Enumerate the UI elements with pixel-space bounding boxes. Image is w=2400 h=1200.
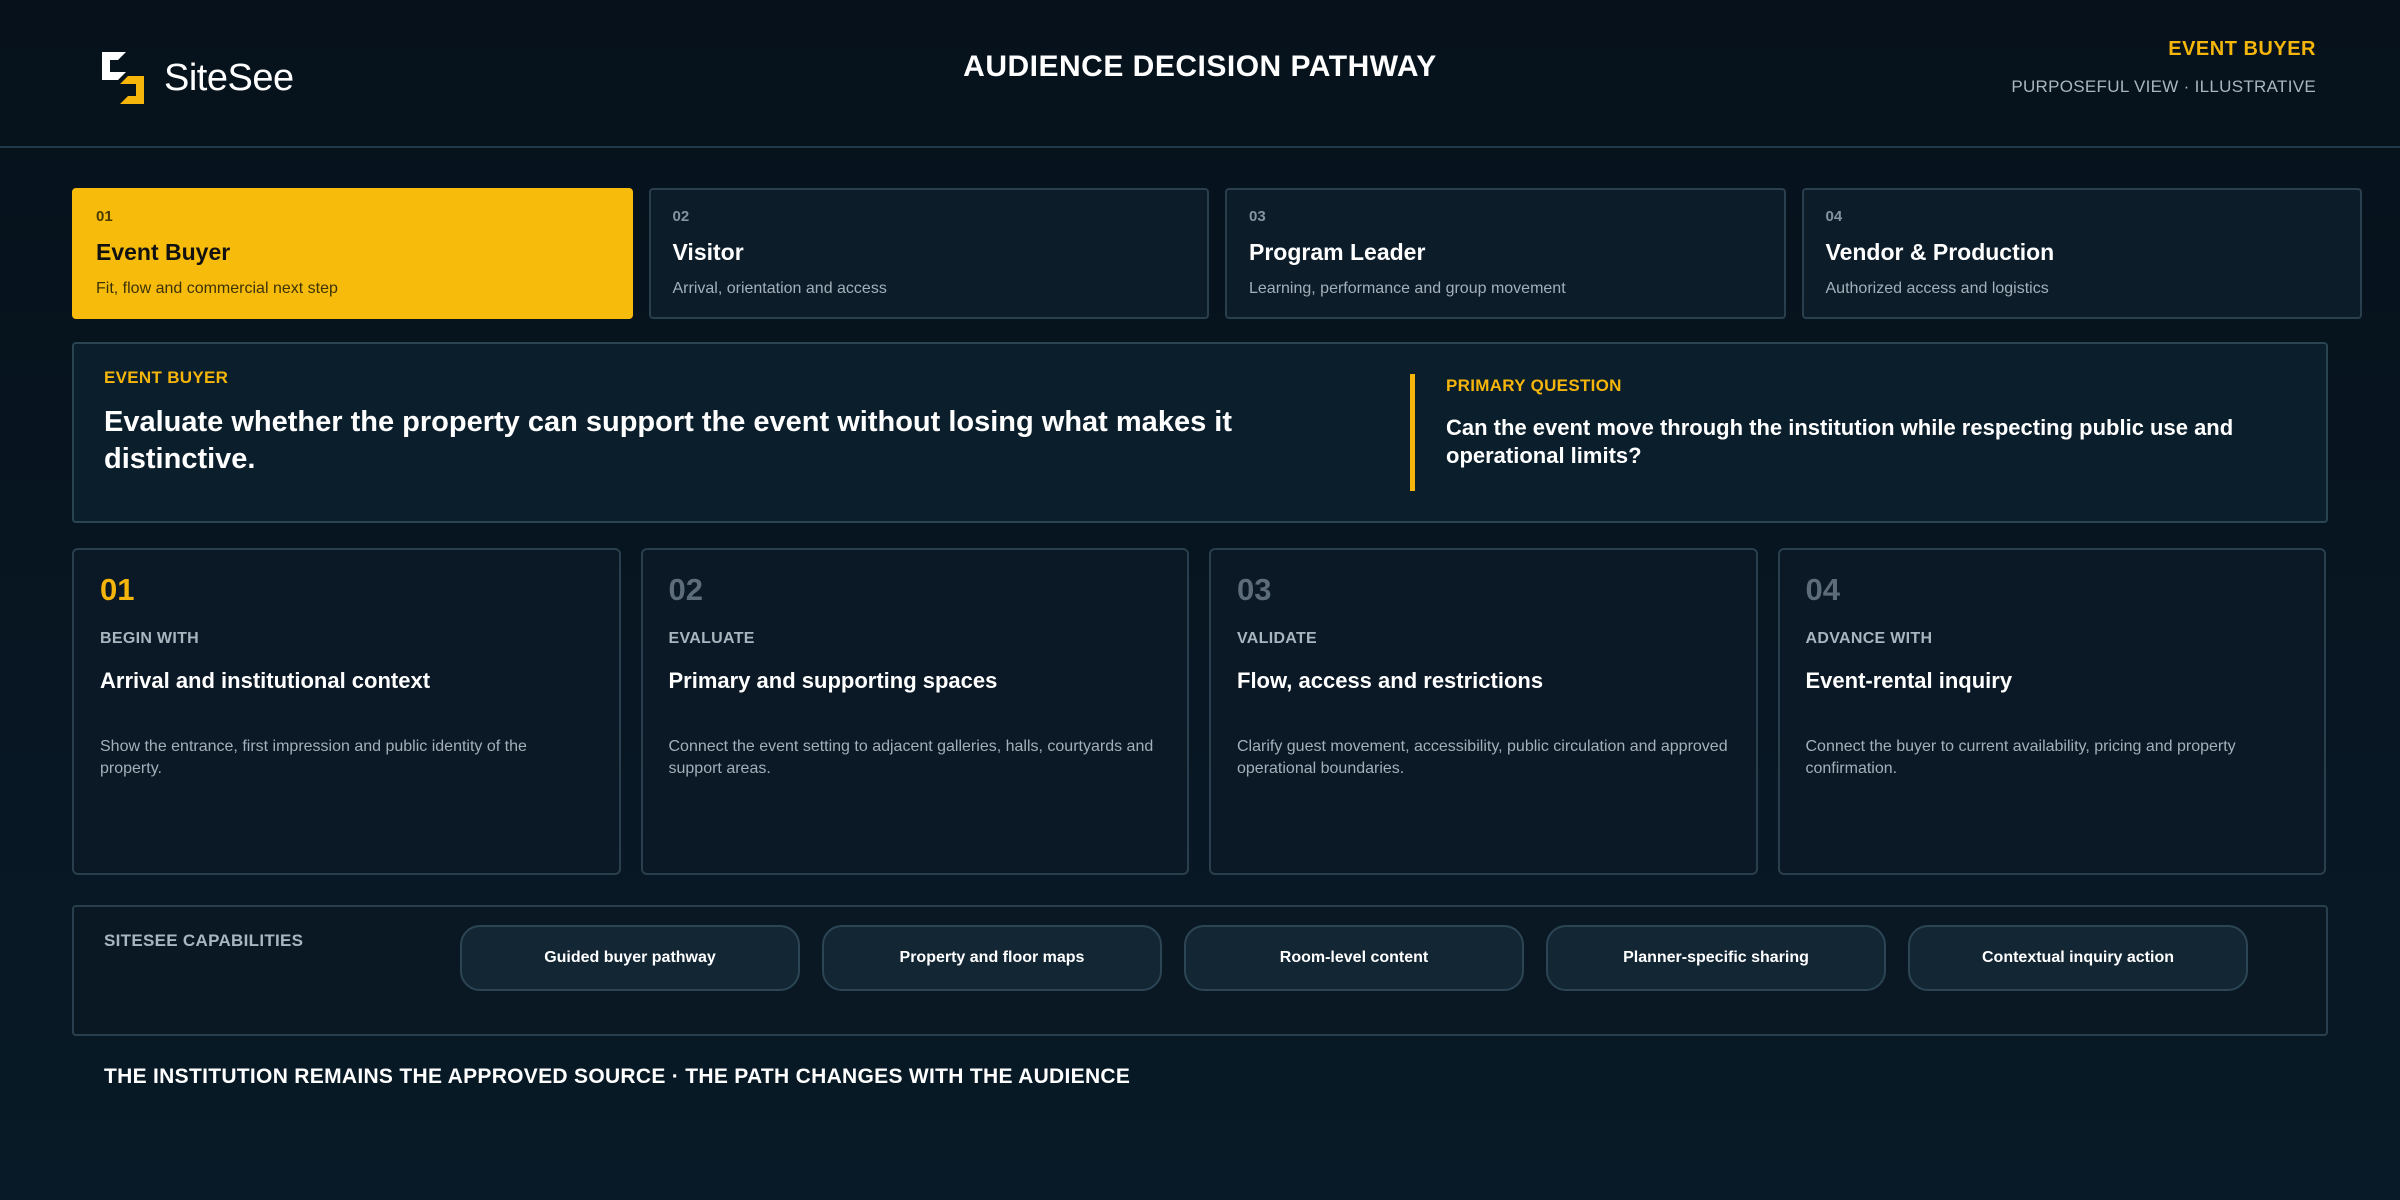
step-description: Clarify guest movement, accessibility, p… — [1237, 738, 1728, 777]
capabilities-panel: SITESEE CAPABILITIES Guided buyer pathwa… — [72, 905, 2328, 1036]
step-title: Arrival and institutional context — [100, 668, 431, 693]
step-number: 01 — [100, 572, 135, 607]
tab-description: Authorized access and logistics — [1825, 280, 2049, 297]
tab-number: 02 — [672, 208, 690, 225]
tab-number: 04 — [1825, 208, 1843, 225]
tab-title: Event Buyer — [96, 239, 231, 265]
primary-question-block: PRIMARY QUESTION Can the event move thro… — [1446, 376, 2266, 470]
tab-number: 01 — [96, 208, 113, 225]
tab-vendor-production[interactable]: 04 Vendor & Production Authorized access… — [1801, 188, 2362, 319]
current-audience-label: EVENT BUYER — [2168, 38, 2316, 60]
step-title: Event-rental inquiry — [1805, 668, 2013, 693]
step-card-4[interactable]: 04 ADVANCE WITH Event-rental inquiry Con… — [1777, 548, 2326, 875]
chip-contextual-inquiry-action[interactable]: Contextual inquiry action — [1908, 925, 2248, 991]
focus-label: EVENT BUYER — [104, 368, 229, 387]
primary-question: Can the event move through the instituti… — [1446, 415, 2234, 468]
tab-visitor[interactable]: 02 Visitor Arrival, orientation and acce… — [648, 188, 1209, 319]
header: SiteSee AUDIENCE DECISION PATHWAY EVENT … — [0, 0, 2400, 148]
focus-statement: Evaluate whether the property can suppor… — [104, 406, 1232, 475]
tab-program-leader[interactable]: 03 Program Leader Learning, performance … — [1225, 188, 1786, 319]
tab-title: Program Leader — [1249, 239, 1426, 265]
tab-number: 03 — [1249, 208, 1266, 225]
tab-event-buyer[interactable]: 01 Event Buyer Fit, flow and commercial … — [72, 188, 633, 319]
step-number: 03 — [1237, 572, 1272, 607]
tab-title: Vendor & Production — [1825, 239, 2055, 265]
tab-description: Arrival, orientation and access — [672, 280, 887, 297]
step-label: BEGIN WITH — [100, 630, 199, 647]
step-card-2[interactable]: 02 EVALUATE Primary and supporting space… — [640, 548, 1189, 875]
pathway-steps: 01 BEGIN WITH Arrival and institutional … — [72, 548, 2326, 875]
footer-statement: THE INSTITUTION REMAINS THE APPROVED SOU… — [104, 1065, 1131, 1088]
step-description: Show the entrance, first impression and … — [100, 738, 527, 777]
step-label: VALIDATE — [1237, 630, 1318, 647]
focus-goal: EVENT BUYER Evaluate whether the propert… — [104, 368, 1324, 478]
step-number: 04 — [1805, 572, 1840, 607]
chip-room-level-content[interactable]: Room-level content — [1184, 925, 1524, 991]
chip-guided-buyer-pathway[interactable]: Guided buyer pathway — [460, 925, 800, 991]
step-title: Flow, access and restrictions — [1237, 668, 1544, 693]
audience-tabs: 01 Event Buyer Fit, flow and commercial … — [72, 188, 2362, 319]
step-label: ADVANCE WITH — [1805, 630, 1933, 647]
step-card-3[interactable]: 03 VALIDATE Flow, access and restriction… — [1209, 548, 1758, 875]
tab-description: Fit, flow and commercial next step — [96, 280, 338, 297]
capability-chips: Guided buyer pathway Property and floor … — [460, 925, 2248, 991]
accent-divider — [1410, 374, 1415, 491]
view-subtitle: PURPOSEFUL VIEW · ILLUSTRATIVE — [2011, 77, 2316, 96]
capabilities-label: SITESEE CAPABILITIES — [104, 931, 304, 950]
page: SiteSee AUDIENCE DECISION PATHWAY EVENT … — [0, 0, 2400, 1200]
step-number: 02 — [668, 572, 703, 607]
audience-focus-panel: EVENT BUYER Evaluate whether the propert… — [72, 342, 2328, 523]
step-title: Primary and supporting spaces — [668, 668, 998, 693]
chip-planner-specific-sharing[interactable]: Planner-specific sharing — [1546, 925, 1886, 991]
step-label: EVALUATE — [668, 630, 755, 647]
chip-property-floor-maps[interactable]: Property and floor maps — [822, 925, 1162, 991]
step-card-1[interactable]: 01 BEGIN WITH Arrival and institutional … — [72, 548, 621, 875]
primary-question-label: PRIMARY QUESTION — [1446, 376, 1622, 395]
tab-description: Learning, performance and group movement — [1249, 280, 1566, 297]
step-description: Connect the event setting to adjacent ga… — [668, 738, 1154, 777]
step-description: Connect the buyer to current availabilit… — [1805, 738, 2236, 777]
tab-title: Visitor — [672, 239, 744, 265]
header-meta: EVENT BUYER PURPOSEFUL VIEW · ILLUSTRATI… — [2011, 38, 2316, 97]
